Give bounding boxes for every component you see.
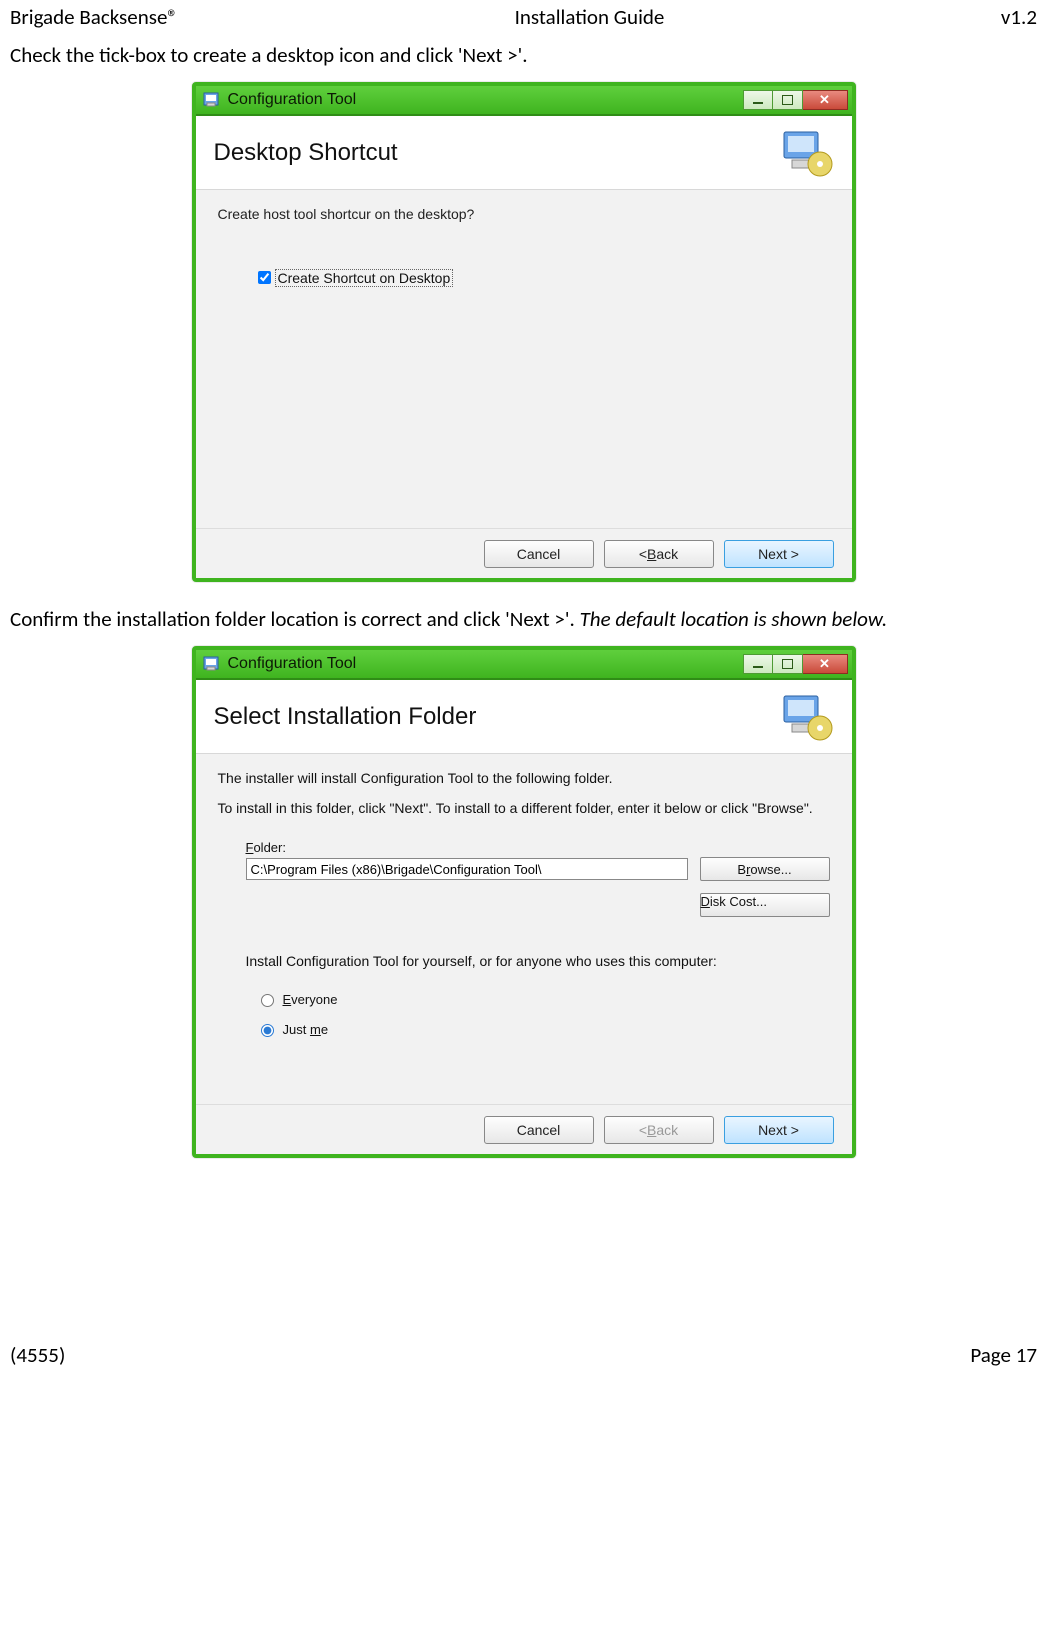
radio-everyone-label[interactable]: Everyone (283, 992, 338, 1007)
titlebar[interactable]: Configuration Tool ✕ (196, 86, 852, 116)
doc-header-left: Brigade Backsense® (10, 4, 178, 30)
window-controls: ✕ (743, 654, 848, 674)
app-icon (202, 91, 220, 109)
doc-footer-right: Page 17 (970, 1342, 1037, 1368)
doc-header-center: Installation Guide (515, 4, 665, 30)
banner: Select Installation Folder (196, 680, 852, 754)
cancel-button[interactable]: Cancel (484, 1116, 594, 1144)
back-button[interactable]: < Back (604, 540, 714, 568)
line1: The installer will install Configuration… (218, 770, 830, 786)
radio-just-me[interactable] (261, 1024, 274, 1037)
computer-disc-icon (778, 692, 834, 742)
banner-title: Desktop Shortcut (214, 139, 398, 167)
instruction-1: Check the tick-box to create a desktop i… (10, 42, 1037, 68)
doc-footer-left: (4555) (10, 1342, 65, 1368)
next-button[interactable]: Next > (724, 540, 834, 568)
scope-prompt: Install Configuration Tool for yourself,… (246, 953, 830, 969)
app-icon (202, 655, 220, 673)
banner: Desktop Shortcut (196, 116, 852, 190)
close-button[interactable]: ✕ (803, 654, 848, 674)
dialog-desktop-shortcut: Configuration Tool ✕ Desktop Shortcut (192, 82, 856, 582)
window-title: Configuration Tool (228, 655, 743, 673)
banner-title: Select Installation Folder (214, 703, 477, 731)
folder-label: Folder: (246, 840, 830, 855)
disk-cost-button[interactable]: Disk Cost... (700, 893, 830, 917)
create-shortcut-label[interactable]: Create Shortcut on Desktop (275, 269, 454, 287)
folder-input[interactable] (246, 858, 688, 880)
doc-header: Brigade Backsense® Installation Guide v1… (10, 0, 1037, 36)
content-area: The installer will install Configuration… (196, 754, 852, 1104)
computer-disc-icon (778, 128, 834, 178)
close-button[interactable]: ✕ (803, 90, 848, 110)
maximize-button[interactable] (773, 654, 803, 674)
next-button[interactable]: Next > (724, 1116, 834, 1144)
dialog-footer: Cancel < Back Next > (196, 528, 852, 578)
window-title: Configuration Tool (228, 91, 743, 109)
content-area: Create host tool shortcur on the desktop… (196, 190, 852, 528)
doc-footer: (4555) Page 17 (10, 1182, 1037, 1378)
maximize-button[interactable] (773, 90, 803, 110)
line2: To install in this folder, click "Next".… (218, 800, 830, 816)
minimize-button[interactable] (743, 90, 773, 110)
doc-header-right: v1.2 (1001, 4, 1037, 30)
window-controls: ✕ (743, 90, 848, 110)
cancel-button[interactable]: Cancel (484, 540, 594, 568)
radio-just-me-label[interactable]: Just me (283, 1022, 329, 1037)
radio-everyone[interactable] (261, 994, 274, 1007)
back-button[interactable]: < Back (604, 1116, 714, 1144)
titlebar[interactable]: Configuration Tool ✕ (196, 650, 852, 680)
prompt-text: Create host tool shortcur on the desktop… (218, 206, 830, 222)
instruction-2: Confirm the installation folder location… (10, 606, 1037, 632)
dialog-select-folder: Configuration Tool ✕ Select Installation… (192, 646, 856, 1158)
browse-button[interactable]: Browse... (700, 857, 830, 881)
dialog-footer: Cancel < Back Next > (196, 1104, 852, 1154)
create-shortcut-checkbox[interactable] (258, 271, 271, 284)
minimize-button[interactable] (743, 654, 773, 674)
